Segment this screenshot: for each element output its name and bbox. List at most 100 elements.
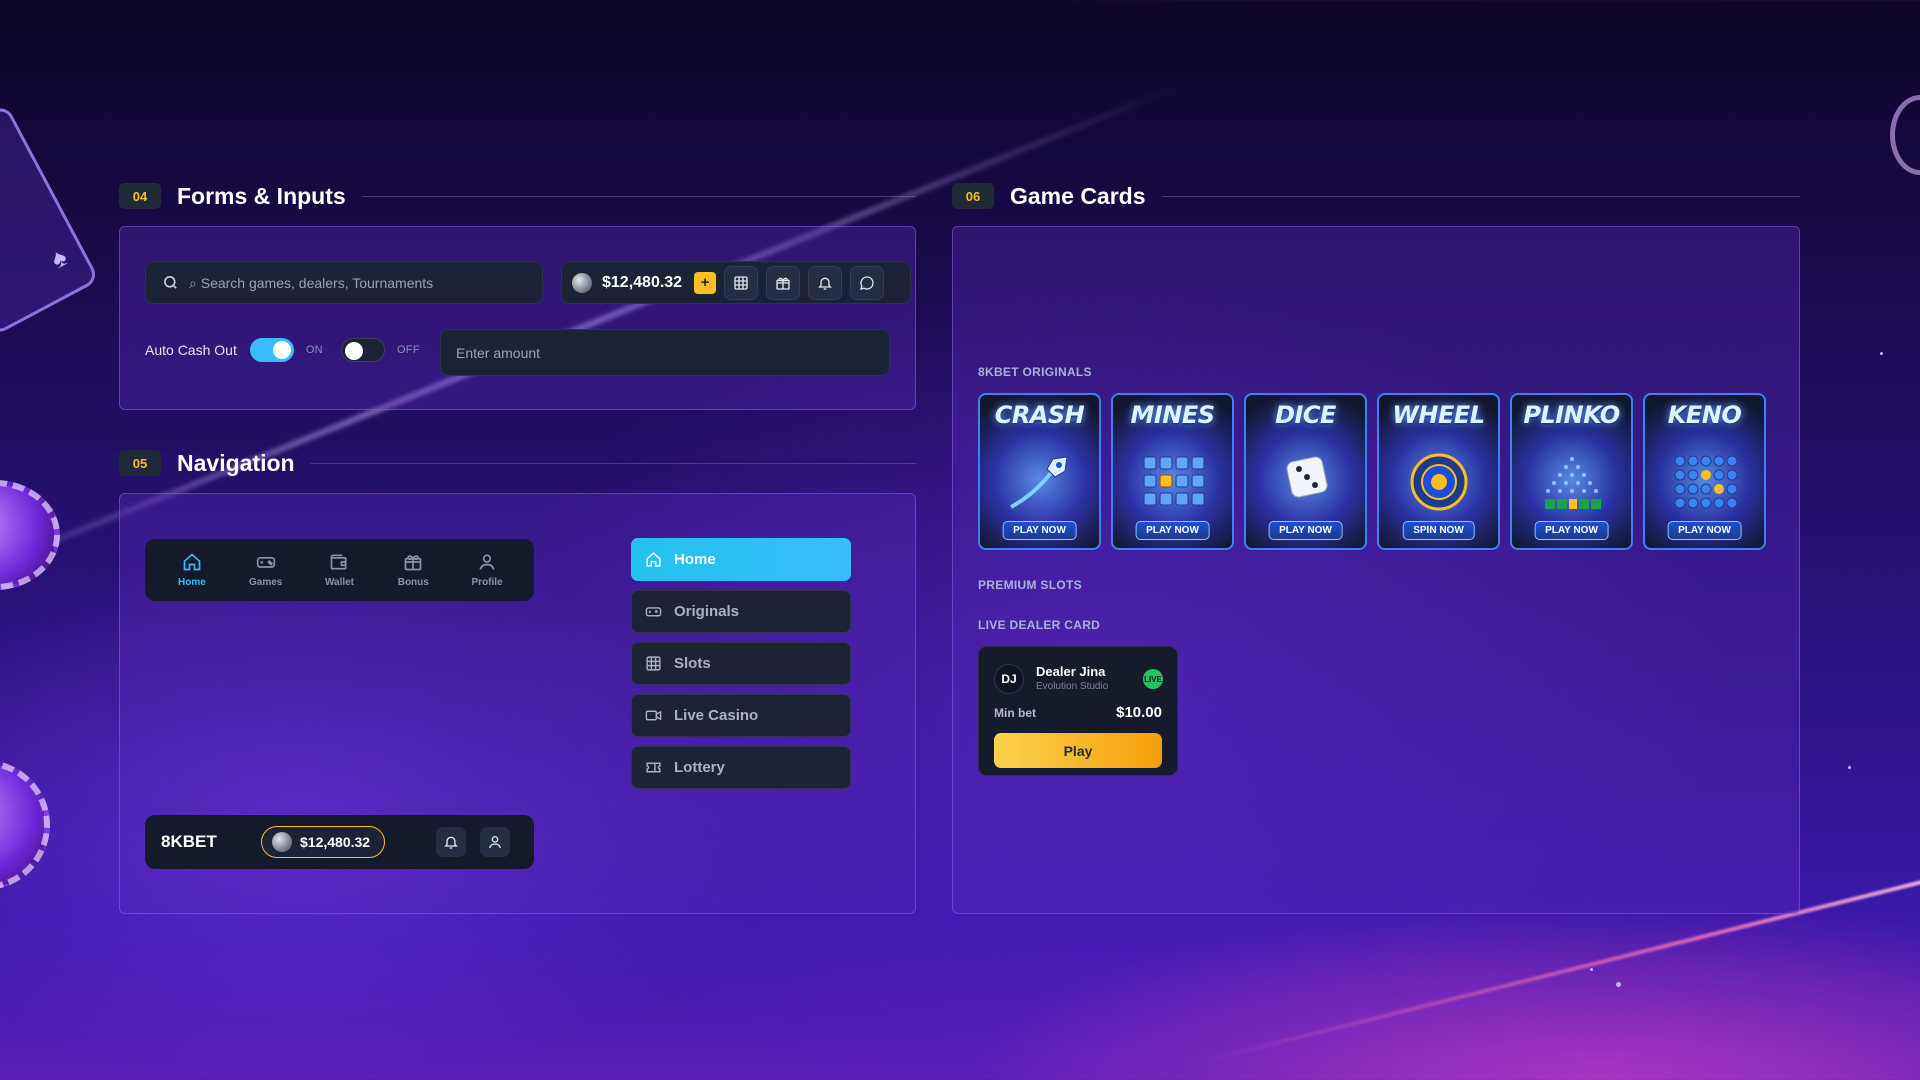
sidebar-item-live-casino[interactable]: Live Casino xyxy=(631,694,851,737)
gamepad-icon xyxy=(645,607,662,617)
amount-input[interactable] xyxy=(440,329,890,376)
game-title: KENO xyxy=(1667,401,1742,429)
top-app-bar: 8KBET $12,480.32 xyxy=(145,815,534,869)
section-number: 06 xyxy=(952,183,994,209)
game-title: PLINKO xyxy=(1523,401,1620,429)
balance-pill[interactable]: $12,480.32 xyxy=(261,826,386,858)
grid-icon xyxy=(734,275,748,290)
video-icon xyxy=(645,710,662,721)
grid-button[interactable] xyxy=(724,265,759,300)
game-cards-section-header: 06 Game Cards xyxy=(952,180,1800,212)
spin-now-button[interactable]: SPIN NOW xyxy=(1402,521,1475,540)
forms-panel xyxy=(119,226,916,410)
play-now-button[interactable]: PLAY NOW xyxy=(1667,521,1742,540)
forms-section-header: 04 Forms & Inputs xyxy=(119,180,916,212)
bottom-nav-home[interactable]: Home xyxy=(162,552,222,588)
sidebar-item-label: Originals xyxy=(674,603,740,620)
toggle-switch-on[interactable] xyxy=(249,338,294,362)
play-now-button[interactable]: PLAY NOW xyxy=(1002,521,1077,540)
chat-button[interactable] xyxy=(850,265,885,300)
sidebar-menu: Home Originals Slots Live Casino Lottery xyxy=(631,538,851,798)
play-now-button[interactable]: PLAY NOW xyxy=(1534,521,1609,540)
dice-icon xyxy=(1285,456,1328,498)
play-now-button[interactable]: PLAY NOW xyxy=(1135,521,1210,540)
game-card-crash[interactable]: CRASH PLAY NOW xyxy=(978,393,1101,550)
sidebar-item-originals[interactable]: Originals xyxy=(631,590,851,633)
gift-button[interactable] xyxy=(766,265,801,300)
search-input[interactable] xyxy=(189,274,529,291)
keno-grid-icon xyxy=(1674,455,1737,509)
casino-chip-decoration xyxy=(0,760,50,890)
min-bet-value: $10.00 xyxy=(1116,704,1162,721)
game-card-plinko[interactable]: PLINKO PLAY NOW xyxy=(1510,393,1633,550)
nav-label: Wallet xyxy=(324,577,355,588)
game-title: CRASH xyxy=(994,401,1085,429)
bottom-nav-wallet[interactable]: Wallet xyxy=(309,552,369,588)
premium-slots-label: PREMIUM SLOTS xyxy=(978,578,1082,592)
nav-label: Profile xyxy=(471,577,503,588)
auto-cashout-row: Auto Cash Out ON OFF xyxy=(145,338,420,362)
sidebar-item-slots[interactable]: Slots xyxy=(631,642,851,685)
bell-icon xyxy=(818,277,833,290)
home-icon xyxy=(183,553,201,571)
originals-label: 8KBET ORIGINALS xyxy=(978,365,1092,379)
game-card-wheel[interactable]: WHEEL SPIN NOW xyxy=(1377,393,1500,550)
section-number: 04 xyxy=(119,183,161,209)
game-cards-panel xyxy=(952,226,1800,914)
home-icon xyxy=(646,552,661,567)
toggle-on-text: ON xyxy=(305,344,323,356)
live-dealer-label: LIVE DEALER CARD xyxy=(978,618,1101,632)
bottom-nav-bonus[interactable]: Bonus xyxy=(383,552,443,588)
search-icon xyxy=(164,276,177,289)
casino-chip-decoration xyxy=(0,480,60,590)
gift-icon xyxy=(404,555,422,571)
sparkle xyxy=(1848,766,1851,769)
spade-icon: ♠ xyxy=(45,241,72,275)
dealer-name: Dealer Jina xyxy=(1036,664,1106,679)
ticket-icon xyxy=(646,762,661,773)
bottom-nav-games[interactable]: Games xyxy=(236,552,296,588)
brand-logo: 8KBET xyxy=(161,832,217,851)
game-card-keno[interactable]: KENO PLAY NOW xyxy=(1643,393,1766,550)
sidebar-item-label: Lottery xyxy=(674,759,725,776)
section-title: Game Cards xyxy=(1010,182,1146,209)
dealer-studio: Evolution Studio xyxy=(1036,681,1109,692)
search-bar[interactable] xyxy=(145,261,543,304)
profile-button[interactable] xyxy=(480,827,511,857)
user-icon xyxy=(489,836,502,849)
plinko-board-icon xyxy=(1544,457,1601,509)
toggle-off-text: OFF xyxy=(396,344,420,356)
sidebar-item-lottery[interactable]: Lottery xyxy=(631,746,851,789)
notifications-button[interactable] xyxy=(808,265,843,300)
wallet-toolbar: $12,480.32 + xyxy=(561,261,911,304)
section-divider xyxy=(310,462,916,464)
ring-decoration xyxy=(1890,95,1920,175)
play-now-button[interactable]: PLAY NOW xyxy=(1268,521,1343,540)
notifications-button[interactable] xyxy=(436,827,467,857)
game-card-dice[interactable]: DICE PLAY NOW xyxy=(1244,393,1367,550)
wheel-icon xyxy=(1410,453,1467,511)
sidebar-item-home[interactable]: Home xyxy=(631,538,851,581)
game-title: MINES xyxy=(1130,401,1215,429)
rocket-icon xyxy=(1009,456,1068,509)
deposit-button[interactable]: + xyxy=(694,271,717,294)
playing-card-decoration: ♠ xyxy=(0,103,100,337)
sidebar-item-label: Home xyxy=(674,551,716,568)
section-divider xyxy=(1161,195,1800,197)
nav-label: Home xyxy=(177,577,206,588)
bottom-nav-bar: Home Games Wallet Bonus Profile xyxy=(145,539,534,601)
section-title: Forms & Inputs xyxy=(177,182,346,209)
auto-cashout-label: Auto Cash Out xyxy=(145,342,237,358)
live-badge: LIVE xyxy=(1143,669,1163,689)
sparkle xyxy=(1880,352,1883,355)
min-bet-label: Min bet xyxy=(994,706,1036,720)
toggle-switch-off[interactable] xyxy=(340,338,385,362)
section-title: Navigation xyxy=(177,449,295,476)
nav-label: Bonus xyxy=(397,577,429,588)
bottom-nav-profile[interactable]: Profile xyxy=(457,552,517,588)
gem-grid-icon xyxy=(1143,456,1204,506)
play-button[interactable]: Play xyxy=(994,733,1162,768)
game-card-mines[interactable]: MINES PLAY NOW xyxy=(1111,393,1234,550)
section-divider xyxy=(361,195,916,197)
avatar: DJ xyxy=(994,664,1024,694)
